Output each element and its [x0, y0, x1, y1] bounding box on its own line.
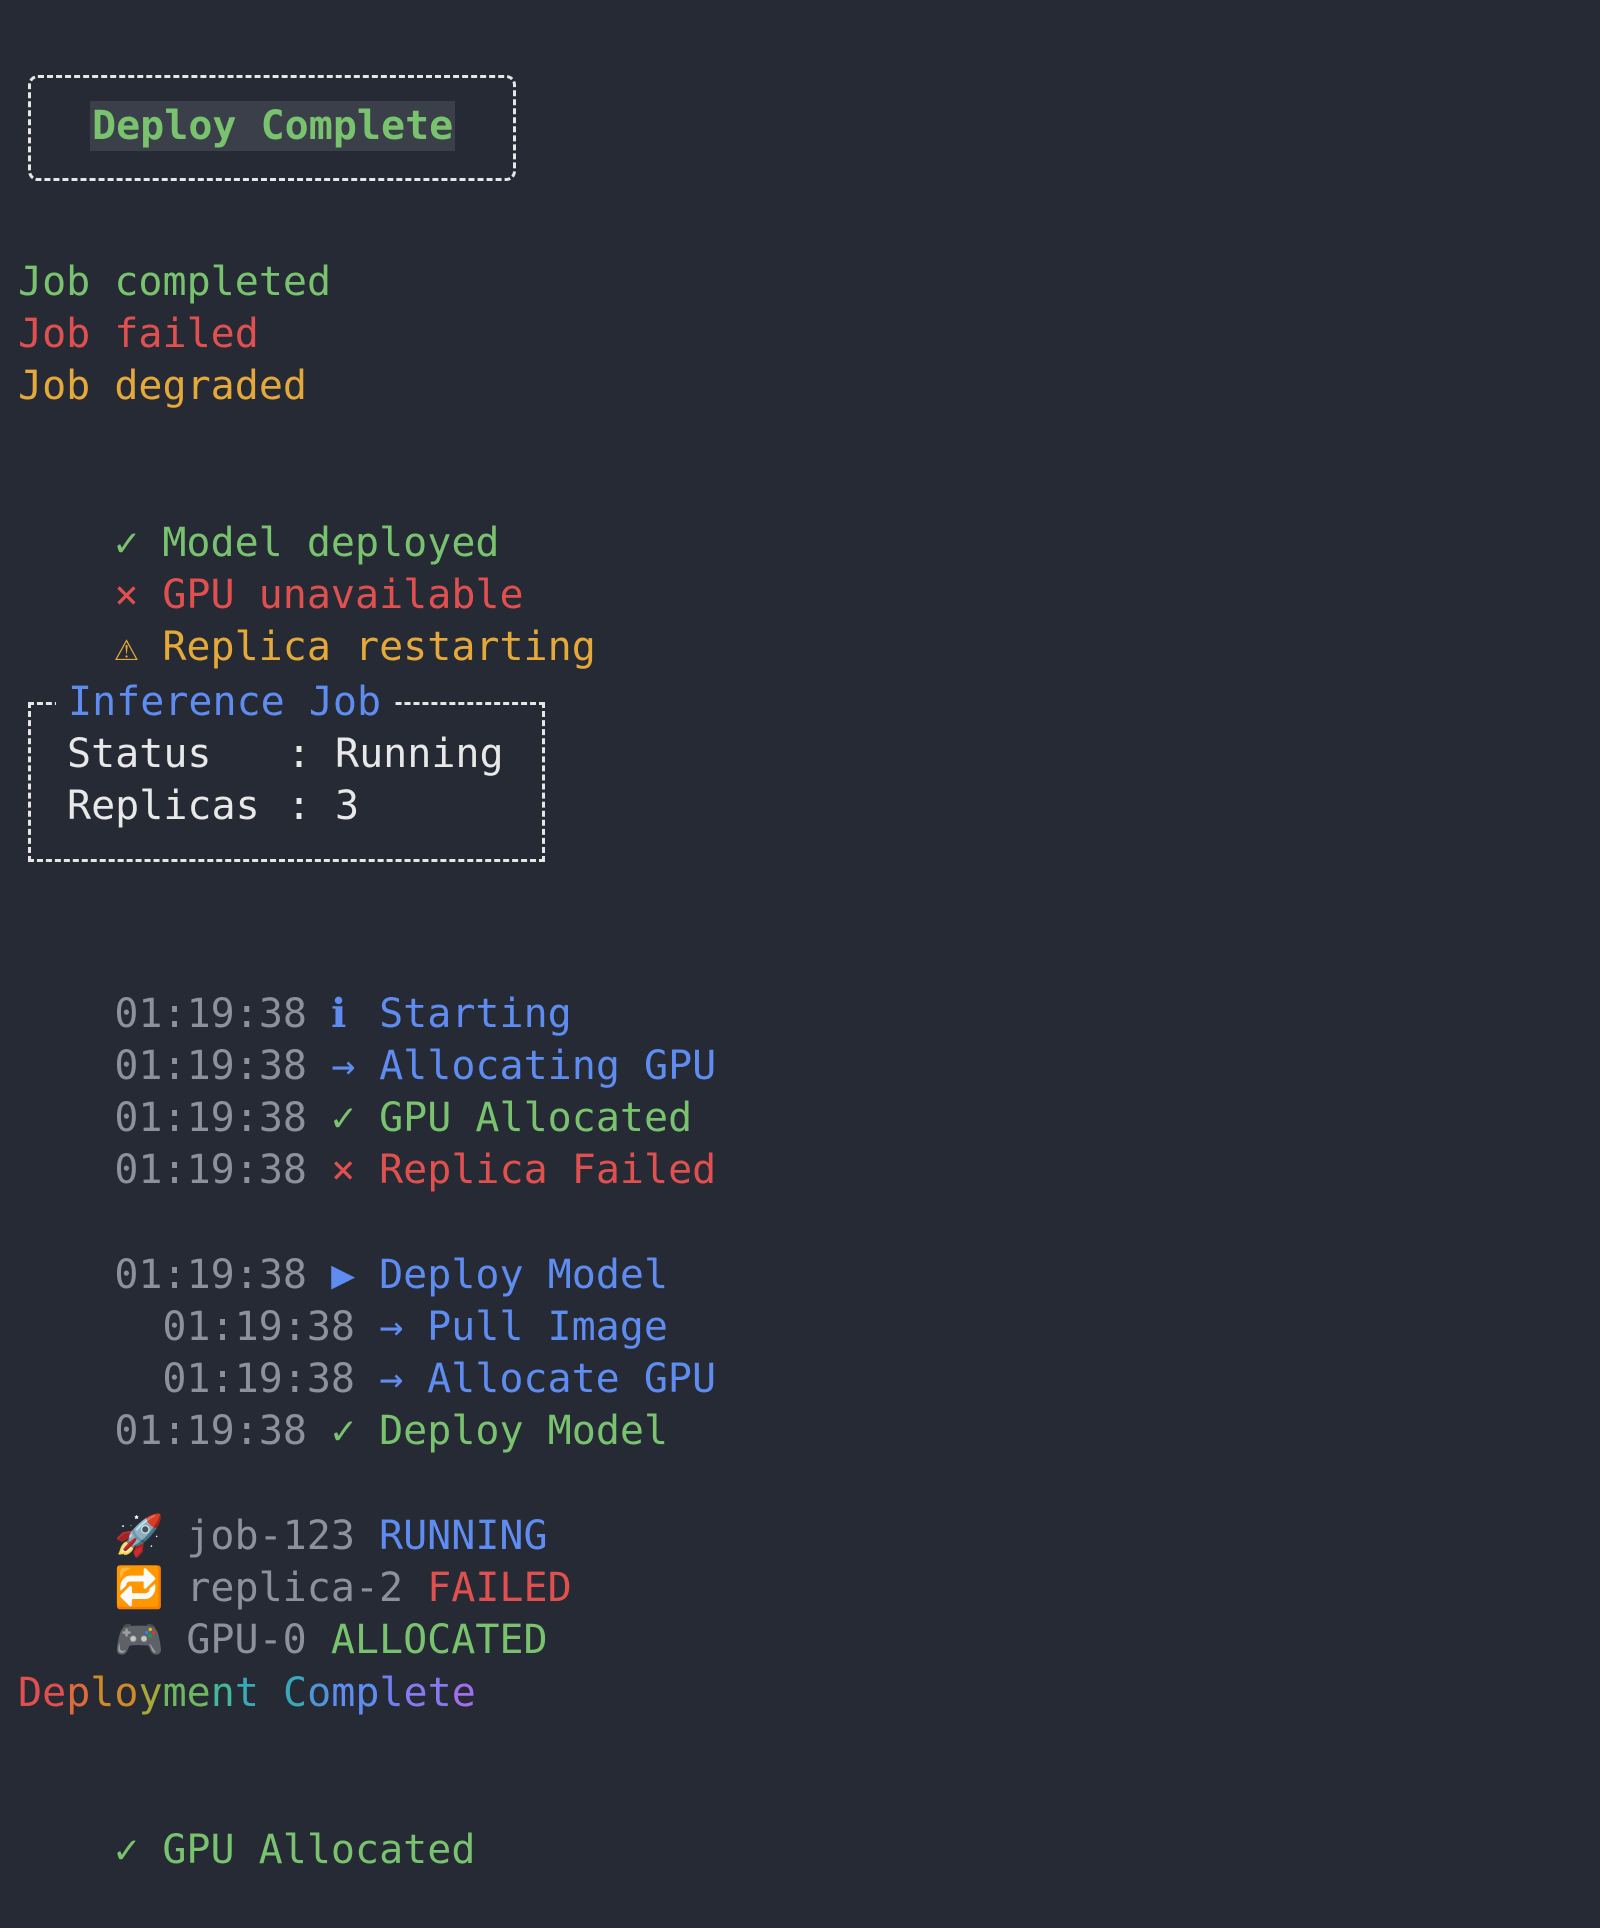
resource-line: 🔁 replica-2 FAILED: [18, 1510, 571, 1611]
panel-key: Status: [67, 731, 212, 777]
panel-key: Replicas: [67, 783, 260, 829]
check-icon: ✓: [114, 1827, 139, 1873]
gradient-char: e: [42, 1670, 67, 1716]
final-status-label: GPU Allocated: [162, 1827, 476, 1873]
gradient-char: l: [379, 1670, 404, 1716]
resource-line: 🎮 GPU-0 ALLOCATED: [18, 1562, 547, 1663]
status-item-replica-restarting: ⚠ Replica restarting: [18, 569, 595, 670]
gradient-char: p: [66, 1670, 91, 1716]
job-state-completed: Job completed: [18, 259, 332, 305]
log-message: Replica Failed: [379, 1147, 717, 1193]
status-item-model-deployed: ✓ Model deployed: [18, 465, 499, 566]
gradient-char: C: [283, 1670, 308, 1716]
panel-sep: :: [287, 783, 312, 829]
log-line: 01:19:38 ℹ Starting: [18, 936, 571, 1037]
task-log-line: 01:19:38 → Allocate GPU: [66, 1301, 716, 1402]
task-log-line: 01:19:38 ✓ Deploy Model: [18, 1353, 668, 1454]
panel-value: 3: [335, 783, 360, 829]
terminal-output: Deploy Complete Job completed Job failed…: [0, 0, 1600, 1873]
gradient-char: m: [331, 1670, 356, 1716]
gradient-char: n: [210, 1670, 235, 1716]
gamepad-icon: 🎮: [114, 1617, 165, 1663]
log-message: Deploy Model: [379, 1408, 669, 1454]
log-line: 01:19:38 ✓ GPU Allocated: [18, 1040, 692, 1141]
gradient-char: t: [427, 1670, 452, 1716]
panel-row-status: Status: Running: [67, 728, 504, 780]
final-status-line: ✓ GPU Allocated: [18, 1772, 475, 1873]
log-line: 01:19:38 → Allocating GPU: [18, 988, 716, 1089]
resource-line: 🚀 job-123 RUNNING: [18, 1458, 547, 1559]
gradient-char: e: [403, 1670, 428, 1716]
deployment-complete-gradient: Deployment Complete: [18, 1667, 476, 1719]
gradient-char: [259, 1670, 283, 1716]
job-state-failed: Job failed: [18, 311, 259, 357]
check-icon: ✓: [331, 1408, 356, 1454]
gradient-char: m: [162, 1670, 187, 1716]
panel-value: Running: [335, 731, 504, 777]
gradient-char: t: [234, 1670, 259, 1716]
resource-state: ALLOCATED: [330, 1617, 548, 1663]
log-timestamp: 01:19:38: [114, 1147, 307, 1193]
log-line: 01:19:38 × Replica Failed: [18, 1092, 716, 1193]
status-item-gpu-unavailable: × GPU unavailable: [18, 517, 523, 618]
task-log-line: 01:19:38 → Pull Image: [66, 1249, 668, 1350]
banner-title: Deploy Complete: [90, 101, 456, 151]
gradient-char: e: [451, 1670, 476, 1716]
gradient-char: p: [355, 1670, 380, 1716]
job-state-degraded: Job degraded: [18, 363, 307, 409]
warning-icon: ⚠: [114, 624, 139, 670]
gradient-char: y: [138, 1670, 163, 1716]
gradient-char: l: [90, 1670, 115, 1716]
task-log-line: 01:19:38 ▶ Deploy Model: [18, 1197, 668, 1298]
gradient-char: o: [114, 1670, 139, 1716]
panel-row-replicas: Replicas:3: [67, 780, 359, 832]
cross-icon: ×: [331, 1147, 356, 1193]
resource-name: GPU-0: [186, 1617, 307, 1663]
gradient-char: e: [186, 1670, 211, 1716]
status-item-label: Replica restarting: [162, 624, 596, 670]
panel-sep: :: [287, 731, 312, 777]
panel-title: Inference Job: [56, 676, 394, 728]
log-timestamp: 01:19:38: [114, 1408, 307, 1454]
gradient-char: o: [307, 1670, 332, 1716]
gradient-char: D: [18, 1670, 43, 1716]
